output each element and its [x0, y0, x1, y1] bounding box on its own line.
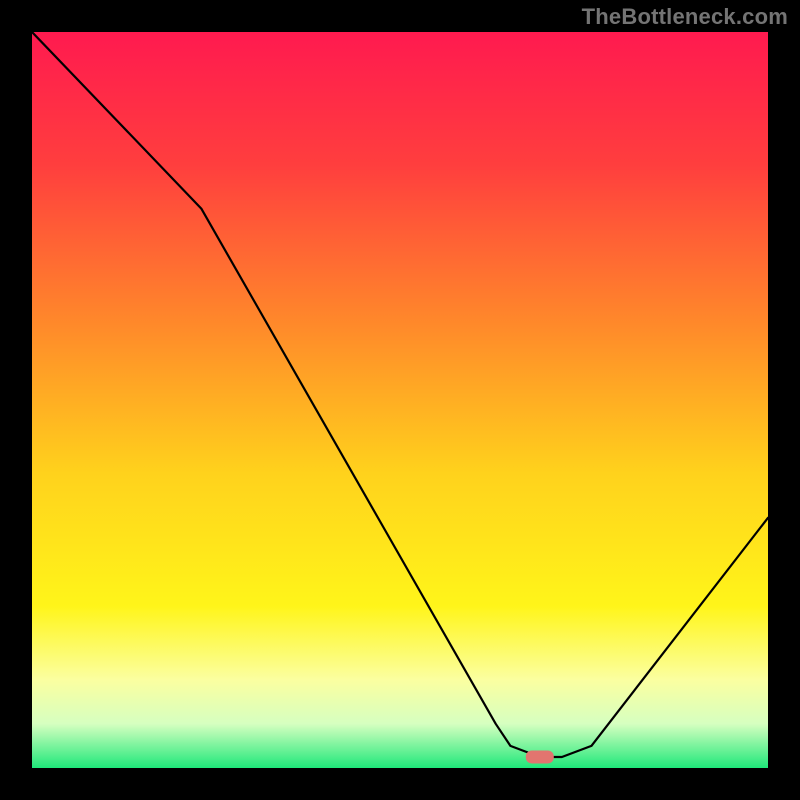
chart-background — [32, 32, 768, 768]
optimal-marker — [526, 751, 554, 764]
chart-canvas — [32, 32, 768, 768]
chart-frame: TheBottleneck.com — [0, 0, 800, 800]
watermark-label: TheBottleneck.com — [582, 4, 788, 30]
